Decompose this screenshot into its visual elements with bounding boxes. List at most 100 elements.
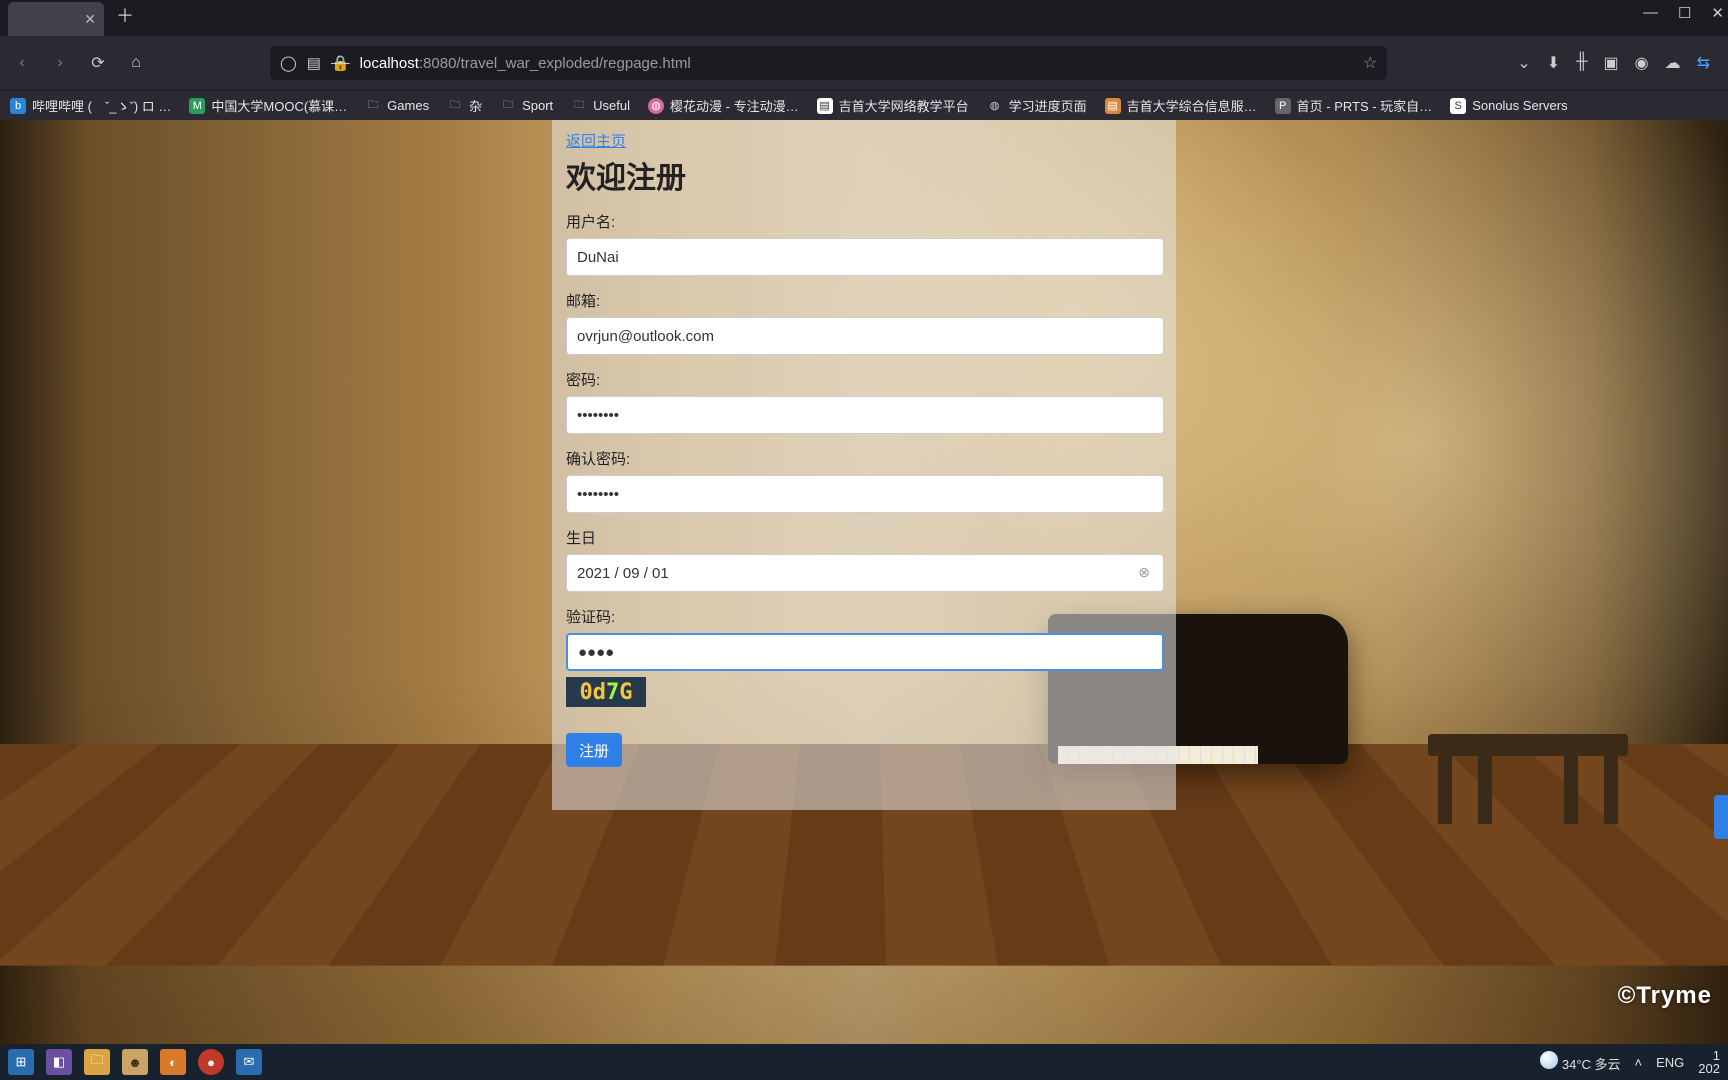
bookmarks-bar: b 哔哩哔哩 ( ˇ_ゝˇ) ロ … M 中国大学MOOC(慕课… 🗀 Games 🗀… [0,90,1728,120]
bookmark-label: 首页 - PRTS - 玩家自… [1297,96,1433,115]
page-icon: S [1450,98,1466,114]
file-explorer-icon[interactable]: 🗀 [84,1049,110,1075]
account-icon[interactable]: ◉ [1635,53,1649,73]
new-tab-button[interactable]: ＋ [116,2,134,28]
toolbar-right: ⌄ ⬇ ╫ ▣ ◉ ☁ ⇆ [1507,53,1720,73]
back-button[interactable]: ‹ [8,49,36,77]
bookmark-label: Sport [522,98,553,113]
username-input[interactable] [566,238,1164,276]
clock[interactable]: 1 202 [1698,1049,1720,1075]
url-path: /travel_war_exploded/regpage.html [456,55,690,72]
ime-indicator[interactable]: ENG [1656,1055,1684,1070]
page-icon: ▤ [817,98,833,114]
page-title: 欢迎注册 [566,153,1162,197]
library-icon[interactable]: ╫ [1576,53,1587,73]
window-controls: — ☐ ✕ [1643,4,1724,22]
watermark: ©Tryme [1618,982,1712,1010]
confirm-password-label: 确认密码: [566,448,1162,469]
tab-strip: ✕ ＋ [0,0,1728,36]
window-minimize-icon[interactable]: — [1643,4,1658,22]
bookmark-prts[interactable]: P 首页 - PRTS - 玩家自… [1275,96,1433,115]
bookmark-sakura[interactable]: ◍樱花动漫 - 专注动漫… [648,96,799,115]
weather-icon [1540,1051,1558,1069]
page-content: ©Tryme 返回主页 欢迎注册 用户名: 邮箱: 密码: 确认密码: 生日 ⊗… [0,120,1728,1044]
page-icon: P [1275,98,1291,114]
birthday-input[interactable] [566,554,1164,592]
bookmark-label: Useful [593,98,630,113]
record-icon[interactable]: ● [198,1049,224,1075]
bookmark-folder-games[interactable]: 🗀 Games [365,98,429,114]
browser-tab[interactable]: ✕ [8,2,104,36]
bookmark-label: 学习进度页面 [1009,96,1087,115]
close-icon[interactable]: ✕ [84,11,96,28]
bookmark-label: 杂 [469,96,482,115]
bookmark-folder-sport[interactable]: 🗀 Sport [500,98,553,114]
task-app-2[interactable]: ☻ [122,1049,148,1075]
bookmark-jsu-info[interactable]: ▤ 吉首大学综合信息服… [1105,96,1257,115]
weather-text: 34°C 多云 [1562,1057,1621,1072]
bookmark-jsu-teach[interactable]: ▤ 吉首大学网络教学平台 [817,96,969,115]
folder-icon: 🗀 [365,98,381,114]
permissions-icon[interactable]: ▤ [307,54,321,72]
weather-widget[interactable]: 34°C 多云 [1540,1051,1620,1073]
bookmark-folder-misc[interactable]: 🗀杂 [447,96,482,115]
birthday-label: 生日 [566,527,1162,548]
bookmark-label: 中国大学MOOC(慕课… [211,96,347,115]
tray-chevron-icon[interactable]: ˄ [1635,1055,1643,1070]
confirm-password-input[interactable] [566,475,1164,513]
folder-icon: 🗀 [571,98,587,114]
pocket-icon[interactable]: ⌄ [1517,53,1530,73]
download-icon[interactable]: ⬇ [1547,53,1560,73]
extension-icon[interactable]: ☁ [1665,53,1681,73]
bookmark-label: 哔哩哔哩 ( ˇ_ゝˇ) ロ … [32,96,171,115]
forward-button[interactable]: › [46,49,74,77]
start-button[interactable]: ⊞ [8,1049,34,1075]
captcha-input[interactable] [566,633,1164,671]
folder-icon: 🗀 [447,98,463,114]
bookmark-star-icon[interactable]: ☆ [1363,53,1377,73]
bookmark-mooc[interactable]: M 中国大学MOOC(慕课… [189,96,347,115]
reader-icon[interactable]: ▣ [1604,53,1619,73]
bookmark-bilibili[interactable]: b 哔哩哔哩 ( ˇ_ゝˇ) ロ … [10,96,171,115]
email-input[interactable] [566,317,1164,355]
bilibili-icon: b [10,98,26,114]
side-tab-button[interactable] [1714,795,1728,839]
captcha-image[interactable]: 0d7G [566,677,646,707]
folder-icon: 🗀 [500,98,516,114]
bookmark-label: 吉首大学网络教学平台 [839,96,969,115]
clear-date-icon[interactable]: ⊗ [1138,564,1150,581]
url-port: :8080 [419,55,457,72]
url-bar[interactable]: ◯ ▤ 🔒 localhost:8080/travel_war_exploded… [270,46,1387,80]
bookmark-progress[interactable]: ◍ 学习进度页面 [987,96,1087,115]
globe-icon: ◍ [987,98,1003,114]
back-to-home-link[interactable]: 返回主页 [566,133,626,150]
bookmark-folder-useful[interactable]: 🗀 Useful [571,98,630,114]
bookmark-label: Games [387,98,429,113]
mail-icon[interactable]: ✉ [236,1049,262,1075]
lock-icon[interactable]: 🔒 [331,54,350,72]
reload-button[interactable]: ⟳ [84,49,112,77]
window-maximize-icon[interactable]: ☐ [1678,4,1691,22]
url-host: localhost [360,55,419,72]
task-app-3[interactable]: ◐ [160,1049,186,1075]
windows-taskbar: ⊞ ◧ 🗀 ☻ ◐ ● ✉ 34°C 多云 ˄ ENG 1 202 [0,1044,1728,1080]
bookmark-label: 樱花动漫 - 专注动漫… [670,96,799,115]
window-close-icon[interactable]: ✕ [1711,4,1724,22]
captcha-label: 验证码: [566,606,1162,627]
password-label: 密码: [566,369,1162,390]
username-label: 用户名: [566,211,1162,232]
mooc-icon: M [189,98,205,114]
password-input[interactable] [566,396,1164,434]
task-app-1[interactable]: ◧ [46,1049,72,1075]
page-icon: ▤ [1105,98,1121,114]
register-button[interactable]: 注册 [566,733,622,767]
home-button[interactable]: ⌂ [122,49,150,77]
email-label: 邮箱: [566,290,1162,311]
bookmark-label: Sonolus Servers [1472,98,1567,113]
bookmark-sonolus[interactable]: S Sonolus Servers [1450,98,1567,114]
shield-icon[interactable]: ◯ [280,54,297,72]
nav-toolbar: ‹ › ⟳ ⌂ ◯ ▤ 🔒 localhost:8080/travel_war_… [0,36,1728,90]
bookmark-label: 吉首大学综合信息服… [1127,96,1257,115]
registration-form: 返回主页 欢迎注册 用户名: 邮箱: 密码: 确认密码: 生日 ⊗ 验证码: 0… [552,120,1176,810]
sync-icon[interactable]: ⇆ [1697,53,1710,73]
